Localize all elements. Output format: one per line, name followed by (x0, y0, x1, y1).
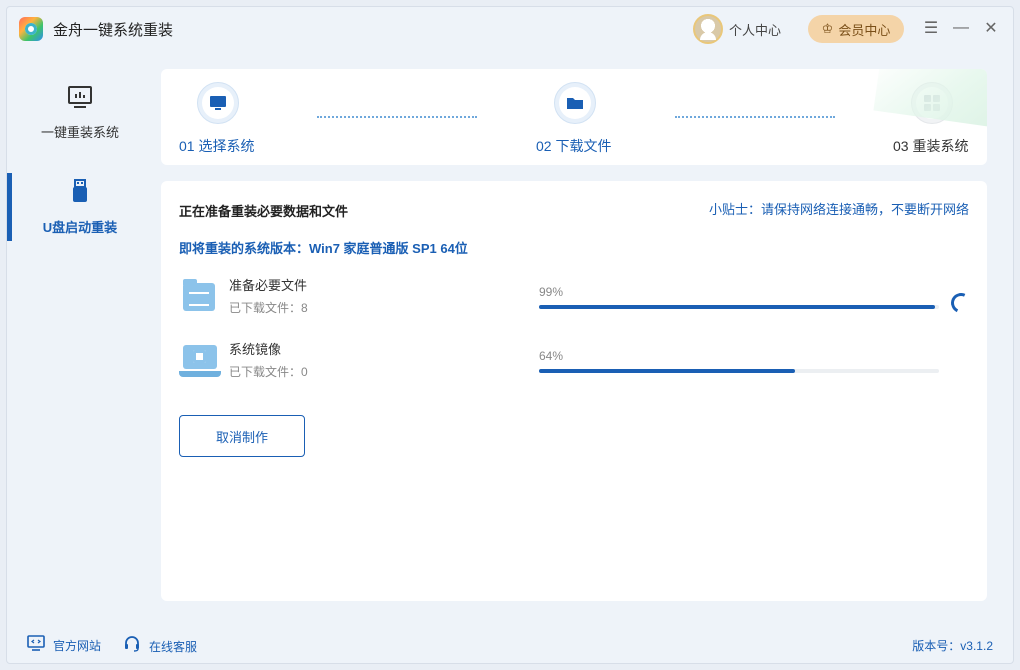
task-prepare-files: 准备必要文件 已下载文件：8 99% (179, 275, 974, 325)
step-connector-1 (317, 116, 477, 118)
support-link[interactable]: 在线客服 (123, 635, 197, 657)
task-system-image: 系统镜像 已下载文件：0 64% (179, 339, 969, 389)
loading-spinner-icon (948, 290, 974, 316)
crown-icon: ♔ (821, 21, 834, 36)
vip-center-button[interactable]: ♔ 会员中心 (808, 15, 904, 43)
close-icon[interactable]: ✕ (981, 18, 1001, 38)
app-logo-icon (19, 17, 43, 41)
step-connector-2 (675, 116, 835, 118)
progress-bar (539, 305, 939, 309)
cancel-button[interactable]: 取消制作 (179, 415, 305, 457)
progress-fill (539, 305, 935, 309)
folder-icon (179, 279, 219, 315)
usb-icon (72, 178, 88, 209)
page-title: 正在准备重装必要数据和文件 (179, 204, 349, 219)
step-3-circle (911, 82, 953, 124)
step-progress-panel: 01 选择系统 02 下载文件 03 重装系统 (161, 69, 987, 165)
monitor-icon (68, 85, 92, 114)
progress-bar (539, 369, 939, 373)
step-3-label: 03 重装系统 (893, 138, 969, 154)
task-percent: 64% (539, 349, 564, 363)
headset-icon (123, 635, 141, 657)
title-bar: 金舟一键系统重装 个人中心 ♔ 会员中心 ☰ — ✕ (7, 7, 1013, 51)
step-1-label: 01 选择系统 (179, 138, 255, 154)
user-center-label: 个人中心 (729, 22, 782, 38)
folder-icon (559, 87, 591, 119)
version-text: 版本号：v3.1.2 (912, 639, 993, 653)
main-panel: 正在准备重装必要数据和文件 小贴士：请保持网络连接通畅，不要断开网络 即将重装的… (161, 181, 987, 601)
website-link[interactable]: 官方网站 (27, 635, 101, 655)
step-1-circle (197, 82, 239, 124)
task-name: 系统镜像 (229, 342, 282, 357)
app-window: 金舟一键系统重装 个人中心 ♔ 会员中心 ☰ — ✕ 一键重装系统 U盘启动重装 (6, 6, 1014, 664)
task-name: 准备必要文件 (229, 278, 308, 293)
vip-center-label: 会员中心 (838, 22, 891, 38)
task-download-count: 已下载文件：8 (229, 301, 308, 315)
sidebar-item-one-click-reinstall[interactable]: 一键重装系统 (7, 79, 153, 147)
system-version-text: 即将重装的系统版本：Win7 家庭普通版 SP1 64位 (179, 241, 468, 256)
laptop-icon (179, 343, 221, 379)
user-center-button[interactable]: 个人中心 (693, 13, 781, 45)
app-title: 金舟一键系统重装 (53, 22, 174, 39)
task-percent: 99% (539, 285, 564, 299)
sidebar-item-label: U盘启动重装 (42, 219, 118, 235)
step-2-label: 02 下载文件 (536, 138, 612, 154)
avatar-icon (693, 14, 723, 44)
website-label: 官方网站 (53, 638, 102, 653)
step-2-circle (554, 82, 596, 124)
windows-icon (916, 87, 948, 119)
minimize-icon[interactable]: — (951, 18, 971, 38)
task-download-count: 已下载文件：0 (229, 365, 308, 379)
sidebar-item-label: 一键重装系统 (40, 124, 119, 140)
monitor-icon (202, 87, 234, 119)
support-label: 在线客服 (149, 639, 198, 654)
progress-fill (539, 369, 795, 373)
menu-icon[interactable]: ☰ (921, 18, 941, 38)
monitor-icon (27, 635, 45, 655)
sidebar-item-usb-reinstall[interactable]: U盘启动重装 (7, 173, 153, 241)
sidebar: 一键重装系统 U盘启动重装 (7, 51, 153, 611)
tip-text: 小贴士：请保持网络连接通畅，不要断开网络 (708, 202, 969, 217)
